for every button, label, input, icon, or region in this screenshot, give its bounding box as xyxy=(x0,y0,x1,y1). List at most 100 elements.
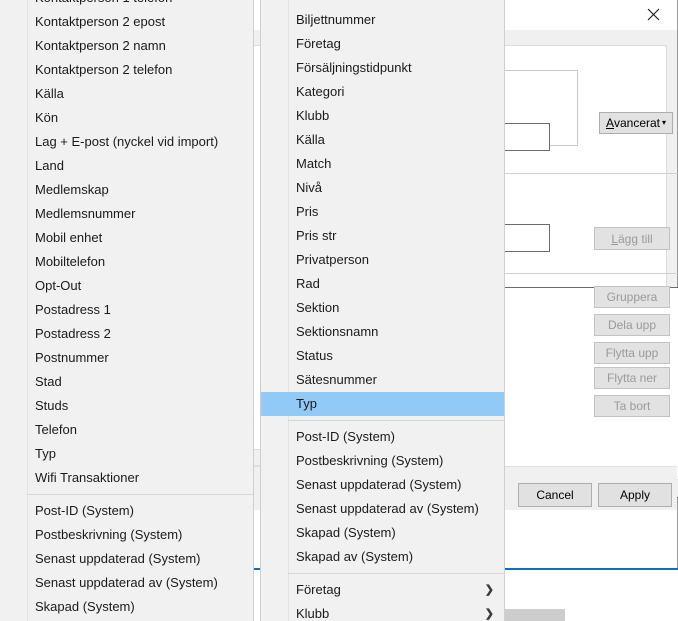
background-chip xyxy=(502,609,565,621)
remove-button[interactable]: Ta bort xyxy=(594,395,670,417)
menu-item-senast-uppdaterad-av-system[interactable]: Senast uppdaterad av (System) xyxy=(261,497,504,521)
menu-item-label: Stad xyxy=(35,374,62,389)
menu-item-medlemsnummer[interactable]: Medlemsnummer xyxy=(0,202,253,226)
menu-item-senast-uppdaterad-system[interactable]: Senast uppdaterad (System) xyxy=(0,547,253,571)
biljetter-submenu[interactable]: Datum Biljettnummer Företag Försäljningstid… xyxy=(260,0,505,621)
menu-item-privatperson[interactable]: Privatperson xyxy=(261,248,504,272)
move-down-button[interactable]: Flytta ner xyxy=(594,367,670,389)
menu-item-senast-uppdaterad-system[interactable]: Senast uppdaterad (System) xyxy=(261,473,504,497)
menu-item-postnummer[interactable]: Postnummer xyxy=(0,346,253,370)
menu-item-kontaktperson-2-telefon[interactable]: Kontaktperson 2 telefon xyxy=(0,58,253,82)
menu-item-klubb[interactable]: Klubb ❯ xyxy=(261,602,504,621)
menu-item-postbeskrivning-system[interactable]: Postbeskrivning (System) xyxy=(0,523,253,547)
menu-item-label: Skapad av (System) xyxy=(296,549,414,564)
menu-item-skapad-system[interactable]: Skapad (System) xyxy=(261,521,504,545)
menu-item-label: Kontaktperson 2 telefon xyxy=(35,62,173,77)
menu-item-land[interactable]: Land xyxy=(0,154,253,178)
menu-item-wifi-transaktioner[interactable]: Wifi Transaktioner xyxy=(0,466,253,490)
cancel-button[interactable]: Cancel xyxy=(518,483,592,507)
menu-item-datum[interactable]: Datum xyxy=(261,0,504,8)
menu-item-label: Datum xyxy=(296,0,334,3)
menu-item-postadress-1[interactable]: Postadress 1 xyxy=(0,298,253,322)
menu-item-label: Rad xyxy=(296,276,320,291)
chevron-right-icon: ❯ xyxy=(484,584,494,596)
menu-item-label: Match xyxy=(296,156,332,171)
menu-item-pris-str[interactable]: Pris str xyxy=(261,224,504,248)
menu-item-label: Medlemsnummer xyxy=(35,206,136,221)
menu-item-foretag[interactable]: Företag xyxy=(261,32,504,56)
menu-item-label: Skapad (System) xyxy=(35,599,135,614)
menu-item-label: Skapad (System) xyxy=(296,525,396,540)
menu-item-kontaktperson-2-namn[interactable]: Kontaktperson 2 namn xyxy=(0,34,253,58)
group-button[interactable]: Gruppera xyxy=(594,286,670,308)
menu-item-kategori[interactable]: Kategori xyxy=(261,80,504,104)
chevron-down-icon: ▾ xyxy=(662,118,667,127)
menu-item-status[interactable]: Status xyxy=(261,344,504,368)
menu-item-lag-e-post-nyckel-vid-import[interactable]: Lag + E-post (nyckel vid import) xyxy=(0,130,253,154)
menu-item-forsaljningstidpunkt[interactable]: Försäljningstidpunkt xyxy=(261,56,504,80)
advanced-label-rest: vancerat xyxy=(613,116,661,130)
menu-item-label: Post-ID (System) xyxy=(35,503,134,518)
menu-item-label: Lag + E-post (nyckel vid import) xyxy=(35,134,219,149)
menu-item-kalla[interactable]: Källa xyxy=(0,82,253,106)
menu-item-sektion[interactable]: Sektion xyxy=(261,296,504,320)
menu-item-label: Land xyxy=(35,158,64,173)
menu-item-post-id-system[interactable]: Post-ID (System) xyxy=(0,499,253,523)
menu-item-label: Företag xyxy=(296,36,341,51)
menu-item-label: Senast uppdaterad av (System) xyxy=(296,501,479,516)
menu-item-mobiltelefon[interactable]: Mobiltelefon xyxy=(0,250,253,274)
menu-item-label: Företag xyxy=(296,582,341,597)
menu-item-match[interactable]: Match xyxy=(261,152,504,176)
field-list-menu[interactable]: Kontaktperson 1 telefon Kontaktperson 2 e… xyxy=(0,0,254,621)
menu-item-kontaktperson-2-epost[interactable]: Kontaktperson 2 epost xyxy=(0,10,253,34)
menu-item-foretag[interactable]: Företag ❯ xyxy=(261,578,504,602)
menu-item-satesnummer[interactable]: Sätesnummer xyxy=(261,368,504,392)
add-button[interactable]: Lägg till xyxy=(594,227,670,250)
menu-item-biljettnummer[interactable]: Biljettnummer xyxy=(261,8,504,32)
menu-item-stad[interactable]: Stad xyxy=(0,370,253,394)
advanced-accel-char: A xyxy=(605,116,614,130)
menu-item-niva[interactable]: Nivå xyxy=(261,176,504,200)
menu-item-rad[interactable]: Rad xyxy=(261,272,504,296)
menu-item-medlemskap[interactable]: Medlemskap xyxy=(0,178,253,202)
advanced-button[interactable]: Avancerat ▾ xyxy=(599,112,673,134)
menu-item-kalla[interactable]: Källa xyxy=(261,128,504,152)
menu-item-mobil-enhet[interactable]: Mobil enhet xyxy=(0,226,253,250)
menu-item-pris[interactable]: Pris xyxy=(261,200,504,224)
menu-item-label: Försäljningstidpunkt xyxy=(296,60,412,75)
menu-item-label: Kontaktperson 1 telefon xyxy=(35,0,172,5)
menu-item-kontaktperson-1-telefon[interactable]: Kontaktperson 1 telefon xyxy=(0,0,253,10)
menu-item-label: Postnummer xyxy=(35,350,109,365)
add-label-rest: ägg till xyxy=(618,231,653,246)
menu-item-skapad-av-system[interactable]: Skapad av (System) xyxy=(261,545,504,569)
menu-item-studs[interactable]: Studs xyxy=(0,394,253,418)
menu-item-label: Postadress 1 xyxy=(35,302,111,317)
menu-item-label: Klubb xyxy=(296,606,330,621)
menu-item-label: Kontaktperson 2 namn xyxy=(35,38,166,53)
menu-item-senast-uppdaterad-av-system[interactable]: Senast uppdaterad av (System) xyxy=(0,571,253,595)
menu-item-post-id-system[interactable]: Post-ID (System) xyxy=(261,425,504,449)
menu-item-label: Mobiltelefon xyxy=(35,254,106,269)
menu-item-label: Postbeskrivning (System) xyxy=(296,453,444,468)
menu-item-postadress-2[interactable]: Postadress 2 xyxy=(0,322,253,346)
menu-item-kon[interactable]: Kön xyxy=(0,106,253,130)
menu-item-opt-out[interactable]: Opt-Out xyxy=(0,274,253,298)
menu-item-telefon[interactable]: Telefon xyxy=(0,418,253,442)
split-button[interactable]: Dela upp xyxy=(594,314,670,336)
menu-item-label: Nivå xyxy=(296,180,323,195)
close-icon[interactable] xyxy=(631,0,675,29)
move-up-button[interactable]: Flytta upp xyxy=(594,342,670,364)
menu-item-typ[interactable]: Typ xyxy=(0,442,253,466)
menu-item-skapad-system[interactable]: Skapad (System) xyxy=(0,595,253,619)
menu-item-typ[interactable]: Typ xyxy=(261,392,504,416)
menu-item-postbeskrivning-system[interactable]: Postbeskrivning (System) xyxy=(261,449,504,473)
menu-separator xyxy=(288,420,504,421)
menu-item-label: Studs xyxy=(35,398,69,413)
menu-item-label: Klubb xyxy=(296,108,330,123)
menu-item-klubb[interactable]: Klubb xyxy=(261,104,504,128)
menu-item-label: Källa xyxy=(296,132,325,147)
menu-separator xyxy=(288,573,504,574)
apply-button[interactable]: Apply xyxy=(598,483,672,507)
menu-item-sektionsnamn[interactable]: Sektionsnamn xyxy=(261,320,504,344)
menu-item-label: Kön xyxy=(35,110,59,125)
